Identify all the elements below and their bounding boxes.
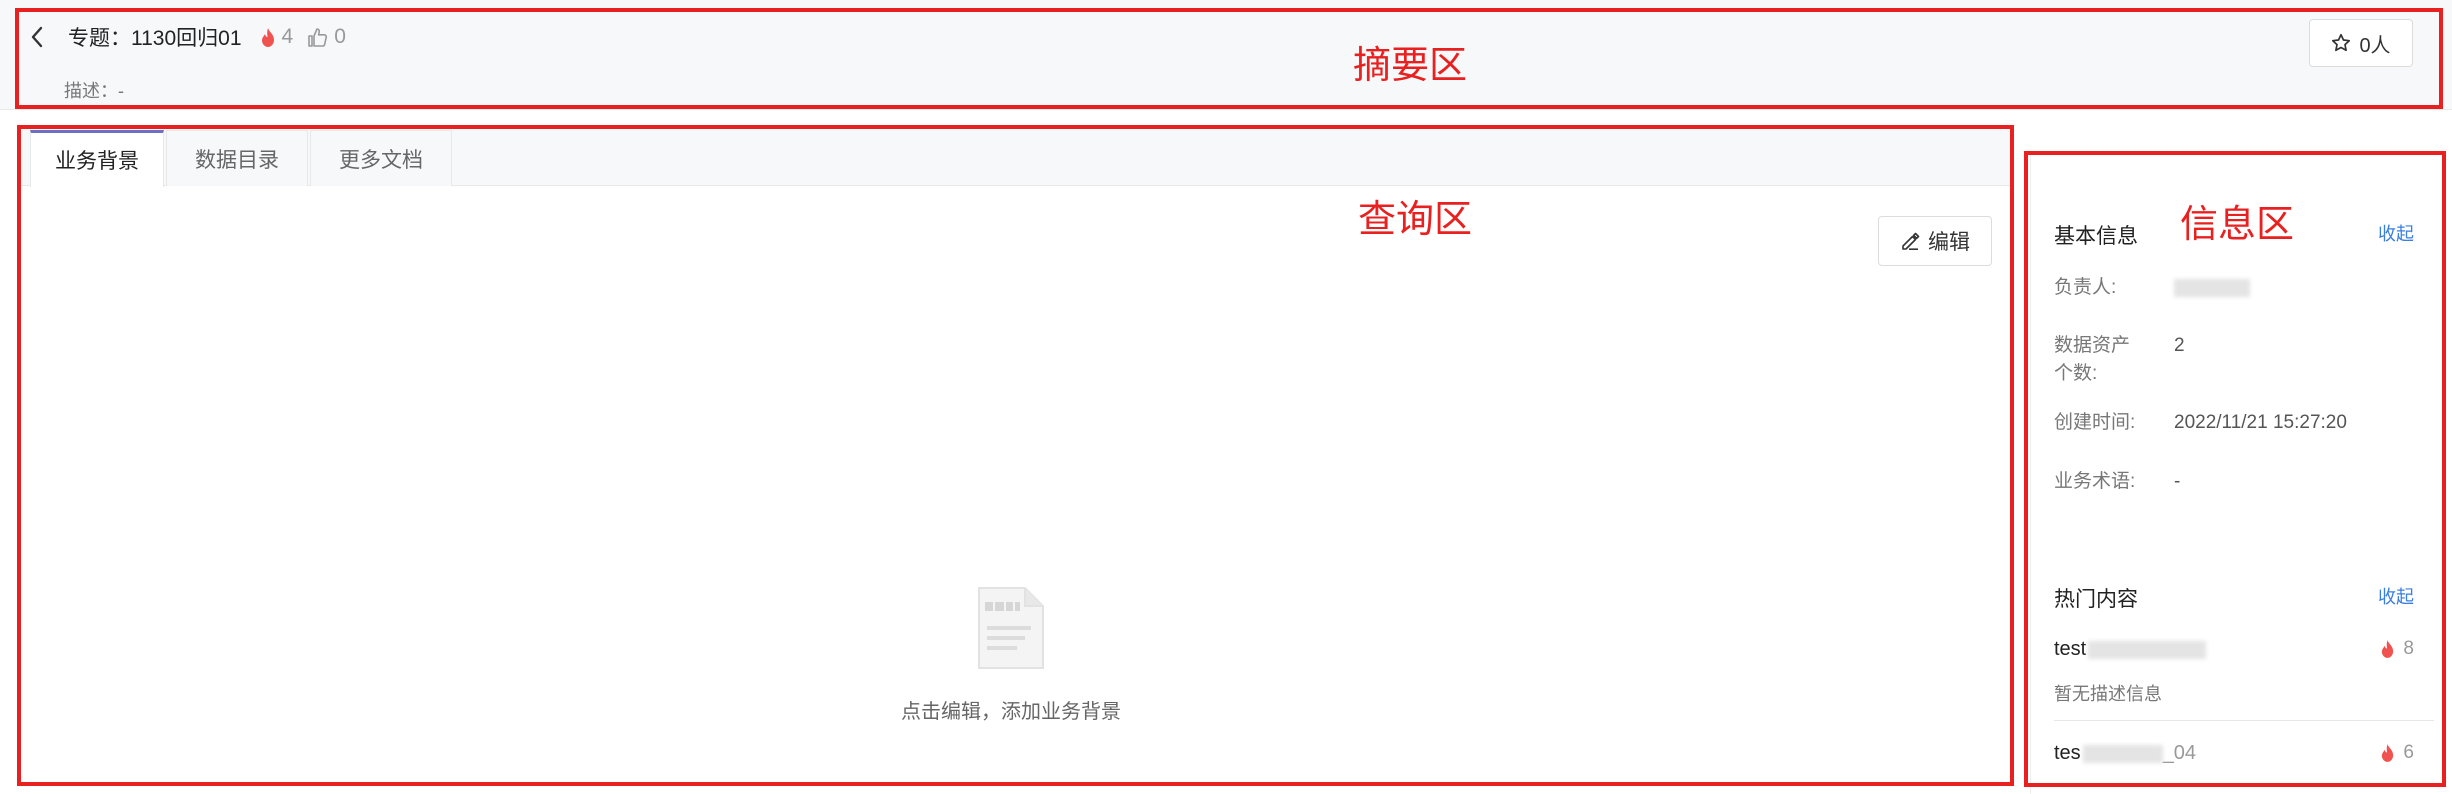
- created-time-value: 2022/11/21 15:27:20: [2174, 412, 2347, 433]
- title-row: 专题： 1130回归01 4 0: [30, 22, 346, 52]
- divider: [2054, 720, 2434, 721]
- query-zone-outline: [17, 125, 2014, 786]
- hot-item-2-count: 6: [2380, 742, 2414, 764]
- info-zone-label: 信息区: [2180, 202, 2295, 246]
- like-count: 0: [334, 25, 346, 48]
- follow-button[interactable]: 0人: [2309, 19, 2413, 67]
- hot-content-collapse-link[interactable]: 收起: [2378, 583, 2414, 609]
- page-title: 1130回归01: [131, 27, 242, 50]
- description: 描述：-: [64, 81, 124, 101]
- tab-data-catalog[interactable]: 数据目录: [166, 130, 308, 186]
- summary-zone-label: 摘要区: [1353, 43, 1468, 87]
- redacted-item-1: [2088, 640, 2207, 659]
- edit-label: 编辑: [1928, 231, 1970, 254]
- basic-info-title: 基本信息: [2054, 225, 2138, 248]
- query-zone-label: 查询区: [1358, 197, 1473, 241]
- title-prefix: 专题：: [68, 27, 131, 50]
- asset-count-label: 数据资产 个数:: [2054, 335, 2131, 384]
- created-time-label: 创建时间:: [2054, 412, 2136, 433]
- like-metric[interactable]: 0: [307, 25, 346, 49]
- redacted-item-2: [2082, 744, 2163, 763]
- flame-icon: [2382, 640, 2394, 658]
- owner-value: [2174, 274, 2250, 302]
- follow-count: 0人: [2359, 34, 2391, 57]
- empty-document-icon: [978, 587, 1044, 669]
- asset-count-value: 2: [2174, 335, 2185, 356]
- hot-item-2-suffix: _04: [2162, 742, 2197, 764]
- hot-content-title: 热门内容: [2054, 588, 2138, 611]
- empty-state-text: 点击编辑，添加业务背景: [901, 701, 1121, 723]
- hot-item-1-desc: 暂无描述信息: [2054, 684, 2162, 704]
- tab-bar: 业务背景 数据目录 更多文档: [20, 128, 2010, 187]
- hot-metric: 4: [260, 25, 294, 49]
- hot-item-2-label: tes: [2054, 742, 2081, 764]
- flame-icon: [2382, 744, 2394, 762]
- basic-info-collapse-link[interactable]: 收起: [2378, 220, 2414, 246]
- flame-icon: [261, 27, 274, 47]
- owner-label: 负责人:: [2054, 277, 2117, 298]
- summary-header: 专题： 1130回归01 4 0 描述：- 0人: [0, 0, 2452, 110]
- hot-item-1-count: 8: [2380, 638, 2414, 660]
- star-icon: [2332, 33, 2351, 52]
- edit-button[interactable]: 编辑: [1878, 216, 1992, 266]
- tab-business-background[interactable]: 业务背景: [30, 130, 164, 187]
- hot-item-1-count-value: 8: [2403, 638, 2414, 659]
- hot-item-2-count-value: 6: [2403, 742, 2414, 763]
- redacted-owner: [2174, 278, 2250, 297]
- hot-count: 4: [281, 25, 294, 48]
- business-term-label: 业务术语:: [2054, 471, 2136, 492]
- tab-more-docs[interactable]: 更多文档: [310, 130, 452, 186]
- hot-item-1-label: test: [2054, 638, 2087, 660]
- edit-icon: [1902, 232, 1920, 250]
- hot-item-1-name[interactable]: test: [2054, 638, 2207, 661]
- thumbs-up-icon: [308, 27, 328, 47]
- business-term-value: -: [2174, 471, 2181, 492]
- chevron-left-icon[interactable]: [30, 22, 56, 52]
- hot-item-2-name[interactable]: tes _04: [2054, 742, 2196, 765]
